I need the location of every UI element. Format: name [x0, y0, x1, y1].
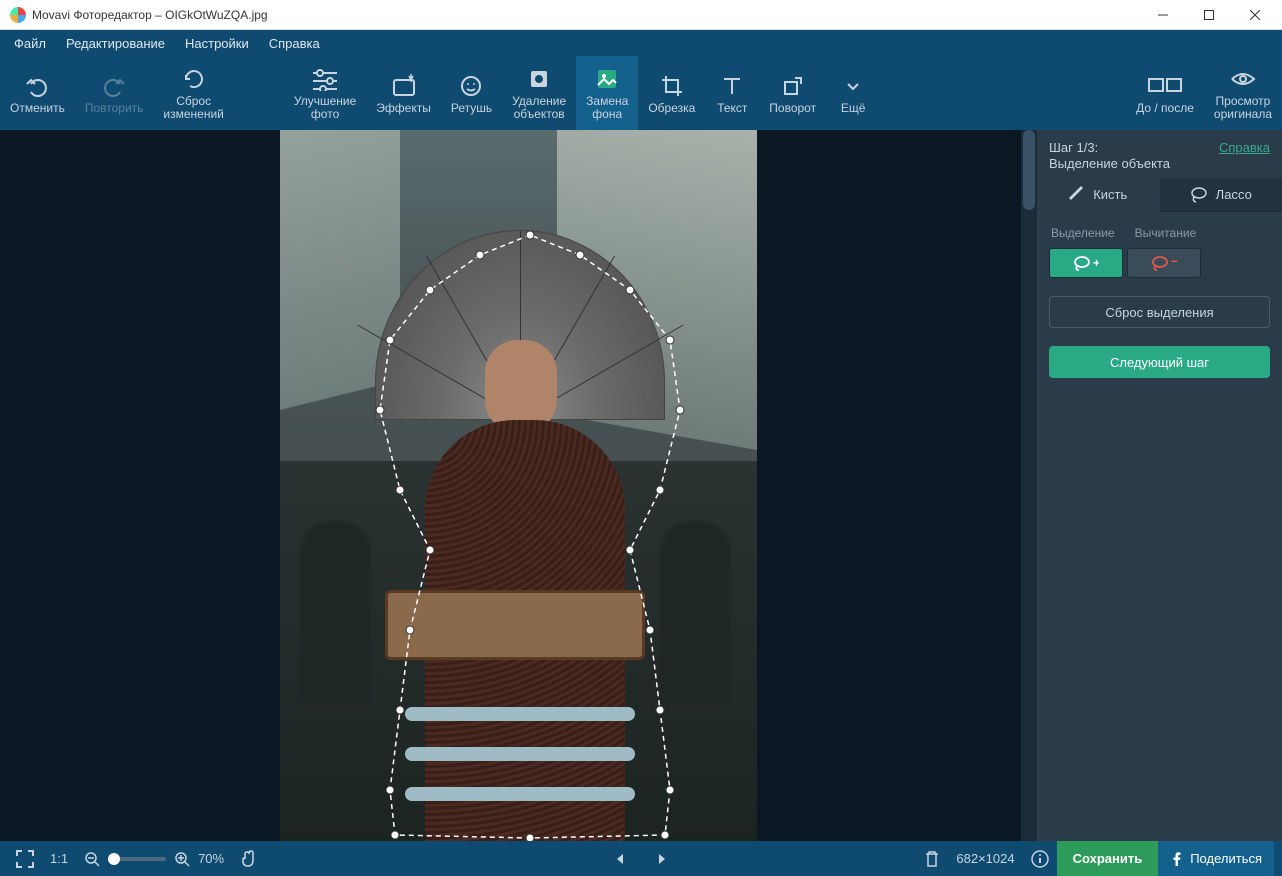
fullscreen-button[interactable]: [8, 841, 42, 876]
minimize-button[interactable]: [1140, 0, 1186, 30]
help-link[interactable]: Справка: [1219, 140, 1270, 155]
rotate-icon: [781, 72, 805, 100]
brush-icon: [1069, 186, 1085, 202]
canvas[interactable]: [0, 130, 1037, 841]
menu-edit[interactable]: Редактирование: [56, 32, 175, 55]
redo-button[interactable]: Повторить: [75, 56, 154, 130]
menu-file[interactable]: Файл: [4, 32, 56, 55]
crop-button[interactable]: Обрезка: [638, 56, 705, 130]
retouch-button[interactable]: Ретушь: [441, 56, 502, 130]
tab-lasso[interactable]: Лассо: [1160, 178, 1282, 211]
reset-changes-button[interactable]: Сбросизменений: [153, 56, 233, 130]
selection-subtract-button[interactable]: −: [1127, 248, 1201, 278]
bg-replace-icon: [595, 65, 619, 93]
zoom-ratio[interactable]: 1:1: [42, 841, 76, 876]
photo-preview: [280, 130, 757, 841]
crop-icon: [660, 72, 684, 100]
eye-icon: [1230, 65, 1256, 93]
sliders-icon: [311, 65, 339, 93]
zoom-out-button[interactable]: [84, 851, 100, 867]
work-area: Шаг 1/3: Выделение объекта Справка Кисть…: [0, 130, 1282, 841]
mode-subtract-label: Вычитание: [1135, 226, 1197, 240]
vertical-scrollbar[interactable]: [1021, 130, 1037, 841]
window-controls: [1140, 0, 1278, 30]
menu-settings[interactable]: Настройки: [175, 32, 259, 55]
menu-help[interactable]: Справка: [259, 32, 330, 55]
compare-icon: [1148, 72, 1182, 100]
face-icon: [459, 72, 483, 100]
redo-icon: [102, 72, 126, 100]
zoom-in-button[interactable]: [174, 851, 190, 867]
remove-objects-button[interactable]: Удалениеобъектов: [502, 56, 576, 130]
window-title: Movavi Фоторедактор – OIGkOtWuZQA.jpg: [32, 8, 268, 22]
magic-icon: [391, 72, 417, 100]
step-indicator: Шаг 1/3: Выделение объекта: [1049, 140, 1170, 172]
statusbar: 1:1 70% 682×1024 Сохранить Поделиться: [0, 841, 1282, 876]
delete-button[interactable]: [916, 841, 948, 876]
lasso-icon: [1190, 187, 1208, 203]
more-button[interactable]: Ещё: [826, 56, 880, 130]
chevron-down-icon: [844, 72, 862, 100]
enhance-button[interactable]: Улучшениефото: [284, 56, 366, 130]
view-original-button[interactable]: Просмотроригинала: [1204, 56, 1282, 130]
reset-icon: [182, 65, 206, 93]
toolbar: Отменить Повторить Сбросизменений Улучше…: [0, 56, 1282, 130]
next-image-button[interactable]: [647, 852, 677, 866]
reset-selection-button[interactable]: Сброс выделения: [1049, 296, 1270, 328]
undo-button[interactable]: Отменить: [0, 56, 75, 130]
zoom-slider[interactable]: [108, 857, 166, 861]
save-button[interactable]: Сохранить: [1057, 841, 1159, 876]
menubar: Файл Редактирование Настройки Справка: [0, 30, 1282, 56]
svg-text:+: +: [1093, 256, 1099, 270]
zoom-percent: 70%: [198, 851, 224, 866]
maximize-button[interactable]: [1186, 0, 1232, 30]
image-dimensions: 682×1024: [948, 841, 1022, 876]
sidebar: Шаг 1/3: Выделение объекта Справка Кисть…: [1037, 130, 1282, 841]
background-replace-button[interactable]: Заменафона: [576, 56, 638, 130]
text-icon: [720, 72, 744, 100]
close-button[interactable]: [1232, 0, 1278, 30]
titlebar: Movavi Фоторедактор – OIGkOtWuZQA.jpg: [0, 0, 1282, 30]
prev-image-button[interactable]: [605, 852, 635, 866]
selection-add-button[interactable]: +: [1049, 248, 1123, 278]
undo-icon: [25, 72, 49, 100]
facebook-icon: [1170, 852, 1184, 866]
before-after-button[interactable]: До / после: [1126, 56, 1204, 130]
text-button[interactable]: Текст: [705, 56, 759, 130]
next-step-button[interactable]: Следующий шаг: [1049, 346, 1270, 378]
info-button[interactable]: [1023, 841, 1057, 876]
mode-select-label: Выделение: [1051, 226, 1115, 240]
erase-icon: [527, 65, 551, 93]
pan-hand-button[interactable]: [232, 841, 266, 876]
app-logo: [10, 7, 26, 23]
share-button[interactable]: Поделиться: [1158, 841, 1274, 876]
effects-button[interactable]: Эффекты: [366, 56, 441, 130]
svg-text:−: −: [1171, 255, 1177, 269]
selection-tool-tabs: Кисть Лассо: [1037, 178, 1282, 212]
tab-brush[interactable]: Кисть: [1037, 178, 1160, 212]
rotate-button[interactable]: Поворот: [759, 56, 826, 130]
lasso-selection[interactable]: [370, 230, 690, 841]
